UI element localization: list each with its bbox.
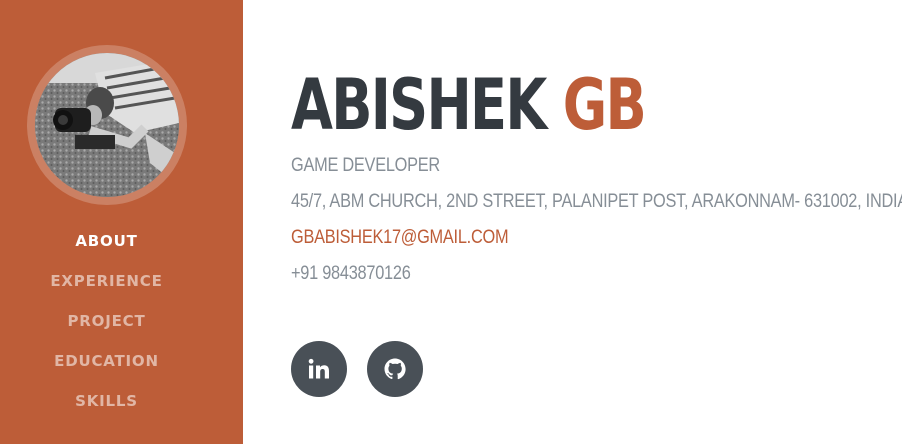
nav-item-project[interactable]: Project [0,310,213,350]
first-name: ABISHEK [291,64,547,146]
profile-photo [35,53,179,197]
linkedin-icon [308,358,329,379]
last-name: GB [562,64,647,146]
github-button[interactable] [367,341,423,397]
profile-address: 45/7, ABM Church, 2nd Street, Palanipet … [291,191,902,212]
nav-item-education[interactable]: Education [0,350,213,390]
sidebar: About Experience Project Education Skill… [0,0,243,444]
linkedin-button[interactable] [291,341,347,397]
sidebar-nav: About Experience Project Education Skill… [0,230,213,430]
profile-role: Game Developer [291,155,440,176]
nav-item-about[interactable]: About [0,230,213,270]
nav-item-skills[interactable]: Skills [0,390,213,430]
github-icon [384,358,406,380]
profile-name: ABISHEK GB [291,60,647,150]
profile-phone: +91 9843870126 [291,263,411,284]
avatar-frame [27,45,187,205]
nav-item-experience[interactable]: Experience [0,270,213,310]
email-link[interactable]: gbabishek17@gmail.com [291,227,509,249]
about-section: ABISHEK GB Game Developer 45/7, ABM Chur… [291,0,902,444]
avatar [35,53,179,197]
